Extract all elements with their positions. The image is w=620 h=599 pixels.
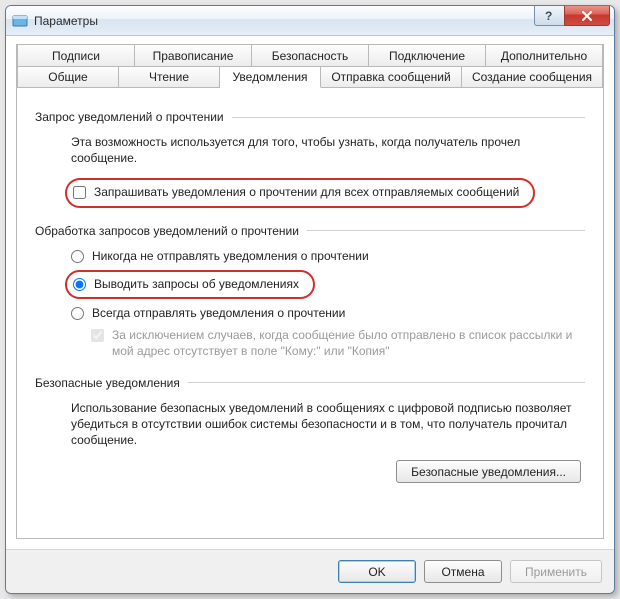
highlight-ask: Выводить запросы об уведомлениях [65, 270, 315, 299]
svg-text:?: ? [545, 10, 552, 22]
section-request-title: Запрос уведомлений о прочтении [35, 110, 224, 124]
dialog-footer: OK Отмена Применить [6, 549, 614, 593]
radio-always[interactable] [71, 307, 84, 320]
radio-never[interactable] [71, 250, 84, 263]
tab-receipts[interactable]: Уведомления [220, 66, 321, 88]
section-handle-title: Обработка запросов уведомлений о прочтен… [35, 224, 299, 238]
checkbox-except [91, 329, 104, 342]
tab-general[interactable]: Общие [17, 66, 119, 88]
secure-description: Использование безопасных уведомлений в с… [71, 400, 585, 449]
tab-content: Запрос уведомлений о прочтении Эта возмо… [17, 87, 603, 538]
radio-ask[interactable] [73, 278, 86, 291]
secure-receipts-button[interactable]: Безопасные уведомления... [396, 460, 581, 483]
dialog-window: Параметры ? Подписи Правописание Безопас… [5, 5, 615, 594]
tab-read[interactable]: Чтение [119, 66, 220, 88]
radio-ask-label: Выводить запросы об уведомлениях [94, 276, 299, 292]
tab-connection[interactable]: Подключение [369, 44, 486, 66]
tab-group: Подписи Правописание Безопасность Подклю… [16, 44, 604, 539]
tab-security[interactable]: Безопасность [252, 44, 369, 66]
request-description: Эта возможность используется для того, ч… [71, 134, 585, 166]
tab-spelling[interactable]: Правописание [135, 44, 252, 66]
tab-compose[interactable]: Создание сообщения [462, 66, 603, 88]
checkbox-request-receipt[interactable] [73, 186, 86, 199]
radio-never-label: Никогда не отправлять уведомления о проч… [92, 248, 369, 264]
ok-button[interactable]: OK [338, 560, 416, 583]
tab-send[interactable]: Отправка сообщений [321, 66, 462, 88]
apply-button[interactable]: Применить [510, 560, 602, 583]
app-icon [12, 13, 28, 29]
help-button[interactable]: ? [534, 6, 564, 26]
checkbox-request-receipt-label: Запрашивать уведомления о прочтении для … [94, 184, 519, 200]
tab-advanced[interactable]: Дополнительно [486, 44, 603, 66]
titlebar: Параметры ? [6, 6, 614, 36]
cancel-button[interactable]: Отмена [424, 560, 502, 583]
section-handle-header: Обработка запросов уведомлений о прочтен… [35, 224, 585, 238]
section-request-header: Запрос уведомлений о прочтении [35, 110, 585, 124]
tab-signatures[interactable]: Подписи [17, 44, 135, 66]
close-button[interactable] [564, 6, 610, 26]
section-secure-title: Безопасные уведомления [35, 376, 180, 390]
checkbox-except-label: За исключением случаев, когда сообщение … [112, 327, 585, 359]
window-title: Параметры [34, 14, 98, 28]
client-area: Подписи Правописание Безопасность Подклю… [6, 36, 614, 549]
highlight-request: Запрашивать уведомления о прочтении для … [65, 178, 535, 207]
radio-always-label: Всегда отправлять уведомления о прочтени… [92, 305, 345, 321]
section-secure-header: Безопасные уведомления [35, 376, 585, 390]
